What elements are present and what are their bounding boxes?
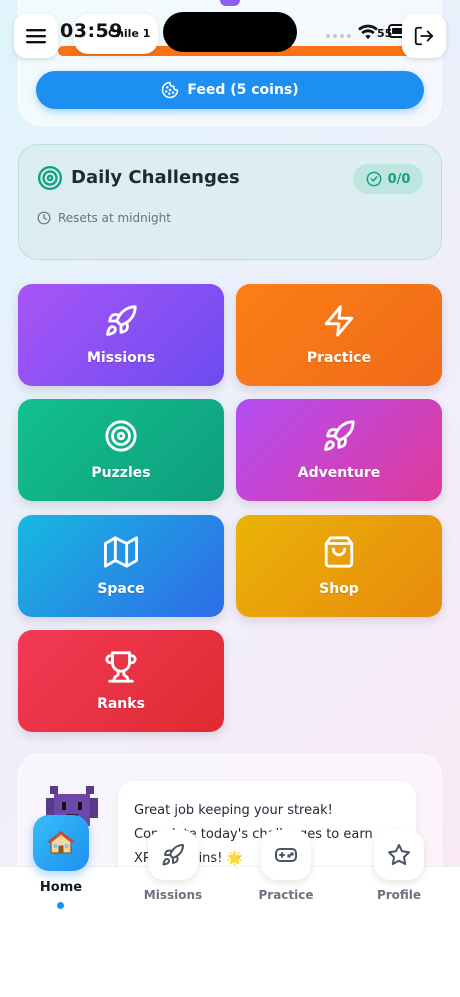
tile-adventure[interactable]: Adventure [236, 399, 442, 501]
nav-missions-button[interactable] [148, 830, 198, 880]
check-circle-icon [366, 171, 381, 187]
gamepad-icon [275, 848, 297, 862]
star-icon [388, 844, 410, 866]
house-icon [46, 830, 76, 854]
tile-practice[interactable]: Practice [236, 284, 442, 386]
message-line: Great job keeping your streak! [134, 803, 333, 818]
target-icon [37, 165, 63, 191]
daily-challenges-card: Daily Challenges 0/0 Resets at midnight [18, 144, 442, 260]
reset-text: Resets at midnight [58, 211, 171, 225]
active-indicator [57, 902, 64, 909]
challenge-progress-badge: 0/0 [353, 164, 423, 194]
hamburger-icon [26, 29, 46, 44]
tile-label: Space [97, 581, 145, 597]
feed-button-label: Feed (5 coins) [187, 82, 299, 98]
wifi-icon [358, 24, 378, 40]
tile-label: Shop [319, 581, 359, 597]
tile-label: Ranks [97, 696, 145, 712]
nav-missions-label: Missions [143, 888, 203, 902]
tile-missions[interactable]: Missions [18, 284, 224, 386]
tile-label: Practice [306, 350, 372, 366]
nav-practice-label: Practice [258, 888, 314, 902]
shopping-bag-icon [324, 536, 354, 568]
tile-label: Missions [86, 350, 156, 366]
reset-info: Resets at midnight [37, 211, 171, 225]
nav-profile-label: Profile [376, 888, 422, 902]
logout-button[interactable] [402, 14, 446, 58]
tile-space[interactable]: Space [18, 515, 224, 617]
nav-practice-button[interactable] [261, 830, 311, 880]
tile-label: Puzzles [91, 465, 151, 481]
map-icon [104, 536, 138, 568]
trophy-icon [105, 651, 137, 683]
tile-ranks[interactable]: Ranks [18, 630, 224, 732]
tile-shop[interactable]: Shop [236, 515, 442, 617]
nav-home-label[interactable]: Home [16, 880, 106, 895]
clock-icon [37, 211, 51, 225]
cookie-icon [162, 81, 179, 99]
tile-label: Adventure [297, 465, 381, 481]
signal-icon [326, 34, 351, 38]
nav-profile-button[interactable] [374, 830, 424, 880]
challenge-progress: 0/0 [387, 171, 411, 187]
lightning-icon [324, 305, 354, 337]
dynamic-island [163, 12, 297, 52]
menu-button[interactable] [14, 14, 58, 58]
target-icon [105, 420, 137, 452]
battery-level: 55 [377, 27, 393, 40]
daily-challenges-title: Daily Challenges [71, 167, 240, 188]
rocket-icon [106, 305, 137, 336]
rocket-icon [324, 420, 355, 451]
rocket-icon [162, 843, 184, 866]
nav-home-button[interactable] [33, 815, 89, 871]
tile-puzzles[interactable]: Puzzles [18, 399, 224, 501]
feed-button[interactable]: Feed (5 coins) [36, 71, 424, 109]
status-carrier: Chile 1 [108, 27, 151, 40]
logout-icon [414, 26, 434, 46]
pet-sprite [220, 0, 240, 6]
